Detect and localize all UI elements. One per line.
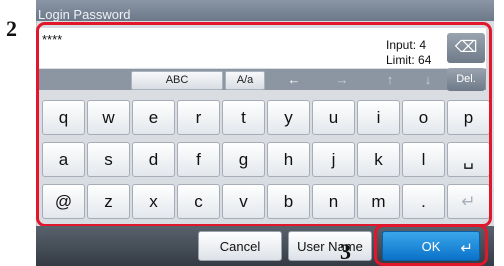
user-name-label: User Name [297, 239, 363, 254]
side-margin [494, 0, 504, 266]
user-name-button[interactable]: User Name [288, 231, 372, 261]
highlight-frame-ok [374, 224, 488, 266]
cancel-label: Cancel [219, 239, 261, 254]
step-2-callout: 2 [6, 16, 17, 41]
cancel-button[interactable]: Cancel [198, 231, 282, 261]
highlight-frame-keyboard [36, 22, 492, 227]
step-3-callout: 3 [340, 239, 351, 264]
